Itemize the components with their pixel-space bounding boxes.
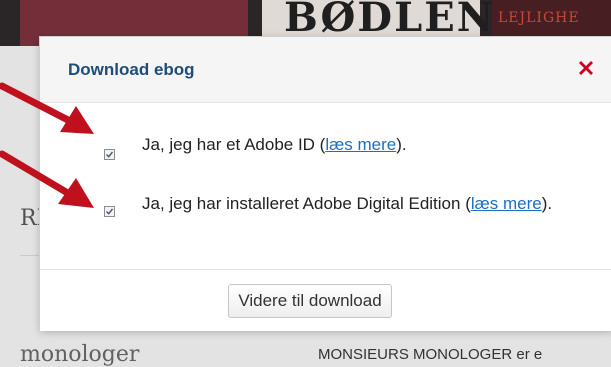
adobe-id-checkbox[interactable] [104, 149, 115, 160]
adobe-digital-edition-text: Ja, jeg har installeret Adobe Digital Ed… [142, 194, 471, 213]
dialog-footer: Videre til download [40, 269, 611, 331]
adobe-id-text: Ja, jeg har et Adobe ID ( [142, 135, 326, 154]
arrow-annotation-2 [0, 150, 94, 208]
learn-more-link-digital-edition[interactable]: læs mere [471, 194, 542, 213]
close-icon[interactable] [575, 57, 597, 79]
adobe-digital-edition-text-end: ). [541, 194, 553, 213]
continue-to-download-button[interactable]: Videre til download [228, 284, 392, 318]
adobe-id-label: Ja, jeg har et Adobe ID (læs mere). [142, 133, 562, 156]
download-ebook-dialog: Download ebog Ja, jeg har et Adobe ID (l… [40, 37, 611, 331]
learn-more-link-adobe-id[interactable]: læs mere [325, 135, 396, 154]
arrow-annotation-1 [0, 82, 94, 134]
dialog-header: Download ebog [40, 37, 611, 103]
dialog-title: Download ebog [68, 60, 195, 79]
adobe-digital-edition-checkbox[interactable] [104, 206, 115, 217]
adobe-id-text-end: ). [396, 135, 407, 154]
adobe-digital-edition-label: Ja, jeg har installeret Adobe Digital Ed… [142, 192, 562, 215]
